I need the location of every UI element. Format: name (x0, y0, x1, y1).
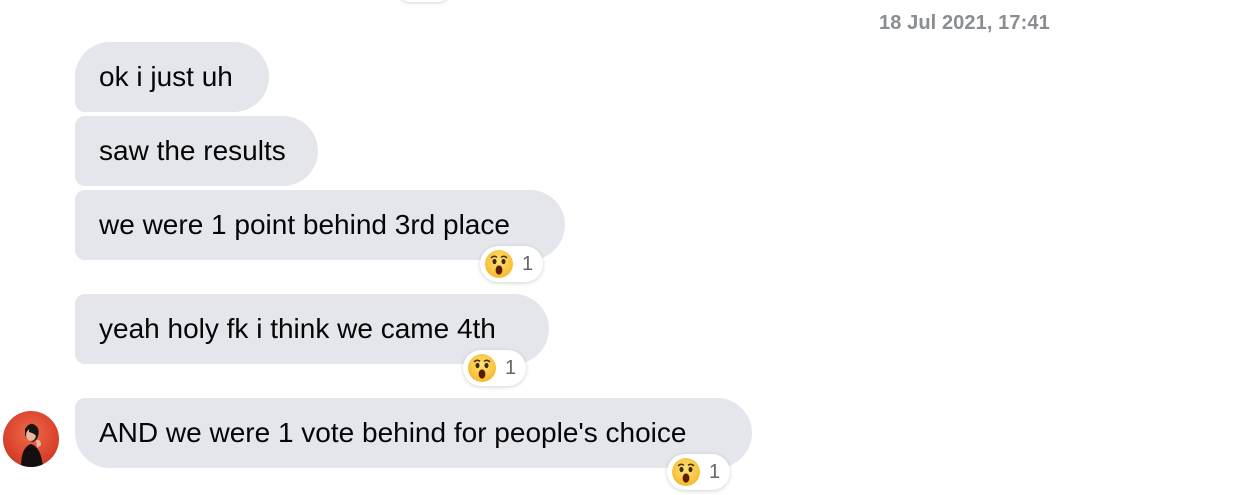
message-bubble[interactable]: saw the results (75, 116, 318, 186)
message-text: yeah holy fk i think we came 4th (99, 313, 496, 344)
message-timestamp: 18 Jul 2021, 17:41 (879, 12, 1050, 34)
message-text: we were 1 point behind 3rd place (99, 209, 510, 240)
sender-avatar[interactable] (3, 411, 59, 467)
chat-thread: 18 Jul 2021, 17:41 ok i just uh saw the … (0, 0, 1250, 495)
previous-message-reaction-pill[interactable] (398, 0, 450, 2)
wow-emoji-icon (485, 250, 513, 278)
message-bubble[interactable]: ok i just uh (75, 42, 269, 112)
reaction-count: 1 (709, 460, 721, 483)
message-text: saw the results (99, 135, 286, 166)
reaction-badge[interactable]: 1 (480, 246, 544, 282)
reaction-count: 1 (505, 356, 517, 379)
message-bubble[interactable]: AND we were 1 vote behind for people's c… (75, 398, 752, 468)
wow-emoji-icon (468, 354, 496, 382)
reaction-badge[interactable]: 1 (667, 454, 731, 490)
message-text: AND we were 1 vote behind for people's c… (99, 417, 687, 448)
wow-emoji-icon (672, 458, 700, 486)
reaction-count: 1 (522, 252, 534, 275)
reaction-badge[interactable]: 1 (463, 350, 527, 386)
message-text: ok i just uh (99, 61, 233, 92)
avatar-person-icon (21, 423, 43, 467)
